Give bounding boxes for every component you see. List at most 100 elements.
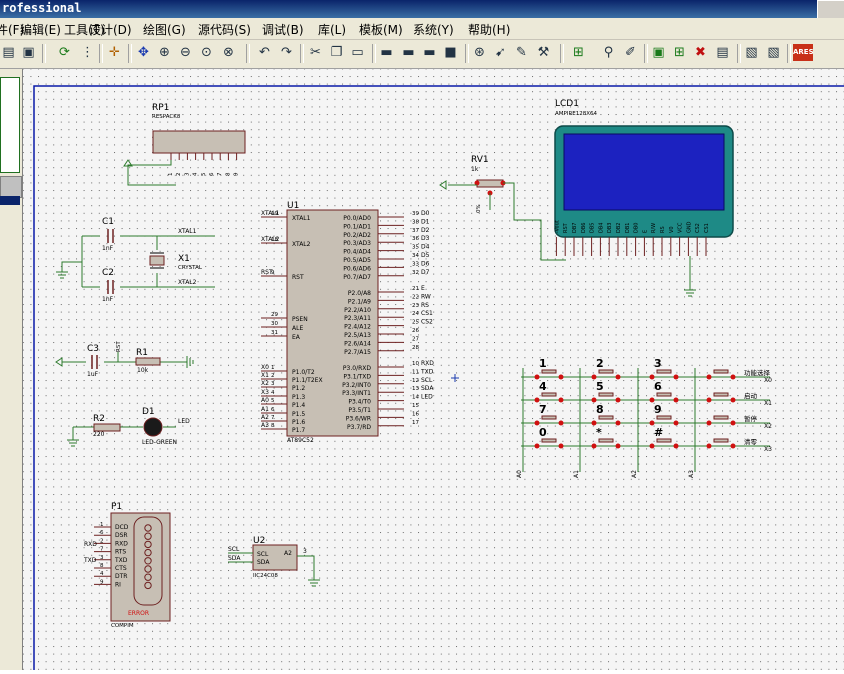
u1-pin-number: 36 bbox=[412, 236, 419, 242]
lcd-pin-name: -Vout bbox=[554, 220, 560, 233]
bom-icon[interactable]: ▤ bbox=[714, 44, 731, 61]
block-rotate-icon[interactable]: ▬ bbox=[421, 44, 438, 61]
search-icon[interactable]: ⚲ bbox=[600, 44, 617, 61]
zoom-all-icon[interactable]: ⊙ bbox=[198, 44, 215, 61]
rp1-pin-number: 7 bbox=[217, 172, 223, 176]
netlist-icon[interactable]: ▧ bbox=[743, 44, 760, 61]
window-titlebar: rofessional bbox=[0, 0, 844, 19]
xtal1-net-label: XTAL1 bbox=[178, 228, 197, 235]
key-label: 3 bbox=[654, 357, 662, 370]
paste-icon[interactable]: ▭ bbox=[349, 44, 366, 61]
u1-pin-name: P2.2/A10 bbox=[344, 307, 371, 314]
zoom-in-icon[interactable]: ⊕ bbox=[156, 44, 173, 61]
r2-ref: R2 bbox=[93, 414, 105, 424]
menu-template[interactable]: 模板(M) bbox=[359, 21, 403, 38]
open-icon[interactable]: ▣ bbox=[20, 44, 37, 61]
menu-library[interactable]: 库(L) bbox=[318, 21, 346, 38]
r1-value: 10k bbox=[137, 367, 149, 374]
u1-net-label: D7 bbox=[421, 269, 430, 276]
u1-net-label: A3 bbox=[261, 422, 269, 429]
key-contact-icon bbox=[706, 420, 712, 426]
key-switch-icon bbox=[598, 369, 614, 374]
pick-device-icon[interactable]: ⊛ bbox=[471, 44, 488, 61]
block-copy-icon[interactable]: ▬ bbox=[378, 44, 395, 61]
device-selector-header[interactable] bbox=[0, 176, 22, 198]
zoom-area-icon[interactable]: ⊗ bbox=[220, 44, 237, 61]
property-assign-icon[interactable]: ✐ bbox=[622, 44, 639, 61]
toolbar-separator bbox=[644, 44, 648, 63]
package-icon[interactable]: ✎ bbox=[513, 44, 530, 61]
key-contact-icon bbox=[649, 397, 655, 403]
check-icon[interactable]: ▧ bbox=[765, 44, 782, 61]
menu-graph[interactable]: 绘图(G) bbox=[143, 21, 186, 38]
redo-icon[interactable]: ↷ bbox=[278, 44, 295, 61]
rp1-pin-number: 5 bbox=[201, 172, 207, 176]
new-sheet-icon[interactable]: ▣ bbox=[650, 44, 667, 61]
u1-net-label: SCL bbox=[421, 377, 433, 384]
key-switch-icon bbox=[656, 438, 672, 443]
menu-edit[interactable]: 编辑(E) bbox=[20, 21, 61, 38]
make-device-icon[interactable]: ➹ bbox=[492, 44, 509, 61]
u1-pin-name: P0.4/AD4 bbox=[343, 249, 371, 256]
lcd-pin-name: DB1 bbox=[625, 223, 631, 233]
print-icon[interactable]: ▤ bbox=[0, 44, 17, 61]
decompose-icon[interactable]: ⚒ bbox=[535, 44, 552, 61]
toolbar-separator bbox=[99, 44, 103, 63]
u1-pin-name: P1.3 bbox=[292, 394, 305, 401]
u1-pin-number: 5 bbox=[271, 398, 275, 404]
u1-pin-name: P0.0/AD0 bbox=[343, 215, 371, 222]
block-delete-icon[interactable]: ■ bbox=[442, 44, 459, 61]
rv1-value: 1k bbox=[471, 166, 479, 173]
remove-sheet-icon[interactable]: ⊞ bbox=[671, 44, 688, 61]
wire-autoroute-icon[interactable]: ⊞ bbox=[570, 44, 587, 61]
overview-window[interactable] bbox=[0, 77, 20, 173]
u1-pin-number: 26 bbox=[412, 328, 419, 334]
goto-sheet-icon[interactable]: ✖ bbox=[692, 44, 709, 61]
menu-debug[interactable]: 调试(B) bbox=[262, 21, 304, 38]
u1-net-label: XTAL1 bbox=[261, 210, 280, 217]
left-panel bbox=[0, 69, 23, 670]
key-label: 0 bbox=[539, 426, 547, 439]
u2-pin3-num: 3 bbox=[303, 548, 307, 555]
menu-source[interactable]: 源代码(S) bbox=[198, 21, 251, 38]
key-contact-icon bbox=[534, 397, 540, 403]
p1-pin-number: 6 bbox=[100, 530, 104, 536]
pan-icon[interactable]: ✥ bbox=[135, 44, 152, 61]
u1-net-label: A0 bbox=[261, 397, 269, 404]
c3-value: 1uF bbox=[87, 371, 99, 378]
toolbar-separator bbox=[42, 44, 46, 63]
copy-icon[interactable]: ❐ bbox=[328, 44, 345, 61]
grid-icon[interactable]: ⋮ bbox=[79, 44, 96, 61]
key-contact-icon bbox=[649, 443, 655, 449]
menu-system[interactable]: 系统(Y) bbox=[413, 21, 454, 38]
u1-net-label: X2 bbox=[261, 380, 269, 387]
u1-pin-number: 21 bbox=[412, 286, 419, 292]
p1-pin-name: RTS bbox=[115, 549, 126, 556]
block-move-icon[interactable]: ▬ bbox=[400, 44, 417, 61]
menu-design[interactable]: 设计(D) bbox=[89, 21, 132, 38]
key-label: 2 bbox=[596, 357, 604, 370]
refresh-icon[interactable]: ⟳ bbox=[56, 44, 73, 61]
close-window-button[interactable] bbox=[817, 0, 844, 19]
schematic-drawing[interactable]: RP1 RESPACK8 123456789 C1 1nF C2 1nF XTA… bbox=[23, 69, 844, 674]
p1-part: COMPIM bbox=[111, 623, 134, 629]
u1-pin-number: 27 bbox=[412, 336, 419, 342]
origin-icon[interactable]: ✛ bbox=[106, 44, 123, 61]
device-list-selected[interactable] bbox=[0, 196, 20, 205]
key-switch-icon bbox=[713, 415, 729, 420]
schematic-canvas[interactable]: RP1 RESPACK8 123456789 C1 1nF C2 1nF XTA… bbox=[23, 69, 844, 674]
undo-icon[interactable]: ↶ bbox=[256, 44, 273, 61]
u1-pin-number: 10 bbox=[412, 361, 419, 367]
menu-help[interactable]: 帮助(H) bbox=[468, 21, 510, 38]
ares-icon[interactable]: ARES bbox=[793, 44, 814, 61]
cut-icon[interactable]: ✂ bbox=[307, 44, 324, 61]
key-switch-icon bbox=[713, 438, 729, 443]
key-contact-icon bbox=[615, 443, 621, 449]
u1-pin-number: 6 bbox=[271, 407, 275, 413]
u1-net-label: CS2 bbox=[421, 319, 433, 326]
key-switch-icon bbox=[598, 438, 614, 443]
u1-pin-number: 3 bbox=[271, 381, 275, 387]
zoom-out-icon[interactable]: ⊖ bbox=[177, 44, 194, 61]
u1-pin-number: 34 bbox=[412, 253, 419, 259]
key-contact-icon bbox=[649, 374, 655, 380]
